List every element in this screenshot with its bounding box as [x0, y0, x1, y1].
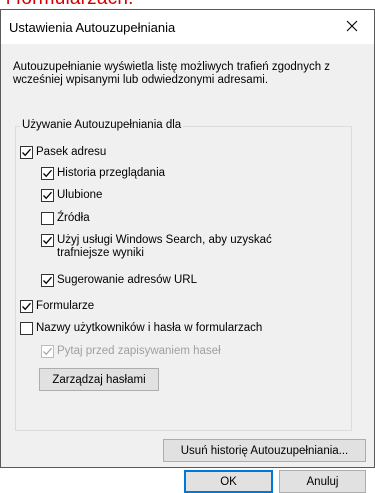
- group-title: Używanie Autouzupełniania dla: [20, 119, 184, 131]
- feeds-label: Źródła: [57, 212, 90, 224]
- history-checkbox[interactable]: [41, 167, 54, 180]
- forms-option[interactable]: Formularze: [20, 300, 94, 313]
- address-bar-option[interactable]: Pasek adresu: [20, 146, 106, 159]
- favorites-label: Ulubione: [57, 189, 103, 201]
- url-suggestions-checkbox[interactable]: [41, 274, 54, 287]
- favorites-checkbox[interactable]: [41, 189, 54, 202]
- windows-search-label: Użyj usługi Windows Search, aby uzyskać …: [57, 234, 272, 259]
- delete-autocomplete-history-button[interactable]: Usuń historię Autouzupełniania...: [163, 439, 366, 462]
- favorites-option[interactable]: Ulubione: [41, 189, 102, 202]
- history-option[interactable]: Historia przeglądania: [41, 167, 165, 180]
- windows-search-checkbox[interactable]: [41, 234, 54, 247]
- url-suggestions-label: Sugerowanie adresów URL: [57, 274, 197, 286]
- url-suggestions-option[interactable]: Sugerowanie adresów URL: [41, 274, 197, 287]
- ask-before-saving-checkbox: [41, 345, 54, 358]
- checkmark-icon: [22, 148, 31, 157]
- checkmark-icon: [43, 236, 52, 245]
- close-button[interactable]: [330, 10, 374, 42]
- forms-label: Formularze: [36, 300, 95, 312]
- dialog-title: Ustawienia Autouzupełniania: [9, 20, 176, 35]
- ask-before-saving-option: Pytaj przed zapisywaniem haseł: [41, 345, 221, 358]
- forms-checkbox[interactable]: [20, 300, 33, 313]
- address-bar-label: Pasek adresu: [36, 146, 107, 158]
- usernames-passwords-checkbox[interactable]: [20, 322, 33, 335]
- checkmark-icon: [22, 302, 31, 311]
- close-icon: [346, 20, 358, 32]
- autocomplete-settings-dialog: Ustawienia Autouzupełniania Autouzupełni…: [0, 9, 375, 493]
- feeds-checkbox[interactable]: [41, 212, 54, 225]
- checkmark-icon: [43, 347, 52, 356]
- history-label: Historia przeglądania: [57, 167, 166, 179]
- ask-before-saving-label: Pytaj przed zapisywaniem haseł: [57, 345, 221, 357]
- feeds-option[interactable]: Źródła: [41, 212, 90, 225]
- cancel-button[interactable]: Anuluj: [279, 470, 366, 493]
- dialog-client-area: Autouzupełnianie wyświetla listę możliwy…: [1, 44, 374, 493]
- banner-text: i formularzach.: [6, 0, 134, 9]
- checkmark-icon: [43, 191, 52, 200]
- address-bar-checkbox[interactable]: [20, 146, 33, 159]
- usernames-passwords-option[interactable]: Nazwy użytkowników i hasła w formularzac…: [20, 322, 262, 335]
- ok-button[interactable]: OK: [184, 470, 273, 493]
- usernames-passwords-label: Nazwy użytkowników i hasła w formularzac…: [36, 322, 263, 334]
- windows-search-option[interactable]: Użyj usługi Windows Search, aby uzyskać …: [41, 234, 291, 260]
- dialog-description: Autouzupełnianie wyświetla listę możliwy…: [13, 61, 331, 86]
- manage-passwords-button[interactable]: Zarządzaj hasłami: [39, 368, 159, 391]
- checkmark-icon: [43, 169, 52, 178]
- title-bar: Ustawienia Autouzupełniania: [1, 10, 374, 44]
- checkmark-icon: [43, 276, 52, 285]
- background-banner: i formularzach.: [0, 0, 375, 9]
